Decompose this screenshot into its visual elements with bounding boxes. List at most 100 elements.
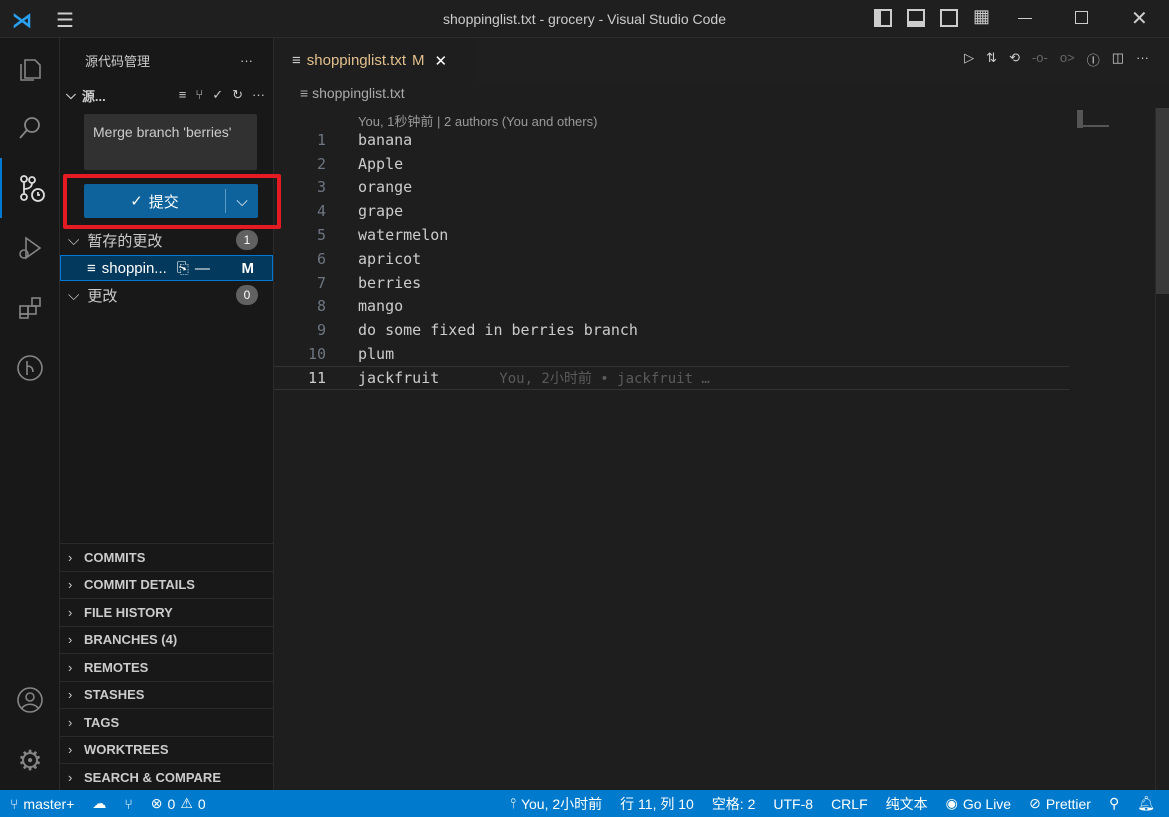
panel-label: COMMIT DETAILS (84, 577, 195, 593)
language-mode[interactable]: 纯文本 (886, 794, 928, 814)
file-status: M (241, 259, 255, 277)
staged-changes-group[interactable]: ⌵ 暂存的更改 1 (60, 228, 274, 252)
split-editor-icon[interactable]: ◫ (1112, 50, 1124, 69)
sidebar-title: 源代码管理 (85, 53, 151, 69)
panel-label: WORKTREES (84, 742, 169, 758)
blame-status[interactable]: ⫯ You, 2小时前 (510, 794, 602, 814)
chevron-down-icon: ⌵ (66, 87, 76, 102)
line-text: jackfruit (358, 368, 440, 387)
code-line[interactable]: 7 berries (274, 271, 1074, 295)
refresh-icon[interactable]: ↻ (232, 87, 243, 103)
breadcrumb[interactable]: ≡ shoppinglist.txt (300, 85, 405, 101)
commit-label: 提交 (148, 193, 179, 211)
panel-commits[interactable]: › COMMITS (60, 543, 273, 571)
panel-commit-details[interactable]: › COMMIT DETAILS (60, 570, 273, 599)
panel-search-compare[interactable]: › SEARCH & COMPARE (60, 763, 273, 791)
branch-status[interactable]: ⑂ master+ (10, 796, 74, 812)
publish-icon[interactable]: ☁ (92, 795, 106, 812)
graph-icon[interactable]: ⑂ (195, 87, 203, 103)
prettier-button[interactable]: ⊘ Prettier (1029, 794, 1091, 814)
toggle-secondary-sidebar-icon[interactable] (940, 9, 958, 27)
more-actions-icon[interactable]: ··· (240, 53, 253, 68)
tab-status: M (412, 52, 425, 69)
repository-header[interactable]: ⌵ 源... ≡ ⑂ ✓ ↻ ··· (60, 82, 273, 108)
view-as-list-icon[interactable]: ≡ (179, 87, 187, 103)
extensions-icon[interactable] (0, 278, 60, 338)
code-line[interactable]: 5 watermelon (274, 223, 1074, 247)
line-number: 2 (316, 154, 326, 173)
menu-icon[interactable]: ☰ (56, 8, 74, 33)
panel-remotes[interactable]: › REMOTES (60, 653, 273, 681)
commit-check-icon[interactable]: ✓ (212, 87, 223, 103)
commit-dropdown-button[interactable]: ⌵ (225, 189, 258, 213)
line-number: 6 (316, 249, 326, 268)
graph-icon[interactable]: ⑂ (124, 796, 132, 812)
line-number: 5 (316, 226, 326, 245)
previous-revision-icon[interactable]: ⟲ (1009, 50, 1020, 69)
problems-status[interactable]: ⊗ 0 ⚠ 0 (151, 795, 206, 812)
run-icon[interactable]: ▷ (964, 50, 974, 69)
code-line[interactable]: 11 jackfruit You, 2小时前 • jackfruit … (274, 365, 1069, 390)
code-line[interactable]: 6 apricot (274, 247, 1074, 271)
panel-tags[interactable]: › TAGS (60, 708, 273, 736)
encoding[interactable]: UTF-8 (773, 794, 813, 814)
close-button[interactable]: ✕ (1131, 6, 1148, 31)
line-text: apricot (358, 249, 422, 268)
minimap[interactable] (1077, 110, 1137, 130)
code-line[interactable]: 3 orange (274, 176, 1074, 200)
code-line[interactable]: 10 plum (274, 342, 1074, 366)
code-editor[interactable]: 1 banana 2 Apple 3 orange 4 grape 5 watermelon 6 ap… (274, 128, 1074, 390)
code-line[interactable]: 8 mango (274, 295, 1074, 319)
explorer-icon[interactable] (0, 38, 60, 98)
unstage-icon[interactable]: — (195, 260, 210, 277)
go-live-button[interactable]: ◉ Go Live (946, 794, 1011, 814)
open-file-icon[interactable]: ⎘ (177, 260, 189, 277)
gitlens-inspect-icon[interactable]: Ⓘ (1087, 50, 1100, 69)
tab-shoppinglist[interactable]: ≡ shoppinglist.txt M ✕ (274, 38, 474, 82)
prettier-icon: ⊘ (1029, 795, 1041, 811)
line-number: 3 (316, 178, 326, 197)
code-line[interactable]: 9 do some fixed in berries branch (274, 318, 1074, 342)
source-control-icon[interactable] (0, 158, 60, 218)
line-number: 7 (316, 273, 326, 292)
code-line[interactable]: 4 grape (274, 199, 1074, 223)
error-count: 0 (167, 795, 176, 812)
panel-stashes[interactable]: › STASHES (60, 680, 273, 709)
source-control-sidebar: 源代码管理 ··· ⌵ 源... ≡ ⑂ ✓ ↻ ··· Merge branch… (60, 38, 281, 791)
account-icon[interactable] (0, 670, 60, 730)
minimize-button[interactable] (1018, 18, 1032, 19)
maximize-button[interactable] (1075, 11, 1088, 24)
scrollbar-thumb[interactable] (1156, 108, 1169, 294)
more-icon[interactable]: ··· (252, 87, 265, 103)
gitlens-icon[interactable] (0, 338, 60, 398)
code-line[interactable]: 2 Apple (274, 152, 1074, 176)
code-line[interactable]: 1 banana (274, 128, 1074, 152)
accounts-icon[interactable]: ⚲ (1109, 794, 1119, 814)
customize-layout-icon[interactable]: ▦ (973, 6, 990, 27)
more-actions-icon[interactable]: ··· (1136, 50, 1149, 69)
run-debug-icon[interactable] (0, 218, 60, 278)
notifications-bell-icon[interactable]: 🔔︎ (1137, 794, 1155, 814)
changes-group[interactable]: ⌵ 更改 0 (60, 283, 274, 307)
toggle-sidebar-icon[interactable] (874, 9, 892, 27)
search-icon[interactable] (0, 98, 60, 158)
panel-label: STASHES (84, 687, 145, 703)
end-of-line[interactable]: CRLF (831, 794, 868, 814)
panel-worktrees[interactable]: › WORKTREES (60, 735, 273, 764)
staged-file-item[interactable]: ≡ shoppin... ⎘ — M (60, 255, 273, 281)
settings-gear-icon[interactable]: ⚙ (0, 730, 60, 790)
inline-blame: You, 2小时前 • jackfruit … (499, 370, 710, 387)
indentation[interactable]: 空格: 2 (712, 794, 756, 814)
toggle-panel-icon[interactable] (907, 9, 925, 27)
panel-label: SEARCH & COMPARE (84, 769, 221, 785)
close-tab-icon[interactable]: ✕ (435, 52, 448, 70)
open-changes-icon[interactable]: ⇅ (986, 50, 997, 69)
commit-button[interactable]: ✓ 提交 ⌵ (84, 184, 258, 218)
activity-bar: ⚙ (0, 38, 60, 790)
commit-message-input[interactable]: Merge branch 'berries' (84, 114, 257, 170)
panel-file-history[interactable]: › FILE HISTORY (60, 598, 273, 626)
cursor-position[interactable]: 行 11, 列 10 (620, 794, 694, 814)
line-text: watermelon (358, 226, 449, 245)
panel-branches[interactable]: › BRANCHES (4) (60, 625, 273, 654)
editor-scrollbar[interactable] (1155, 108, 1169, 790)
